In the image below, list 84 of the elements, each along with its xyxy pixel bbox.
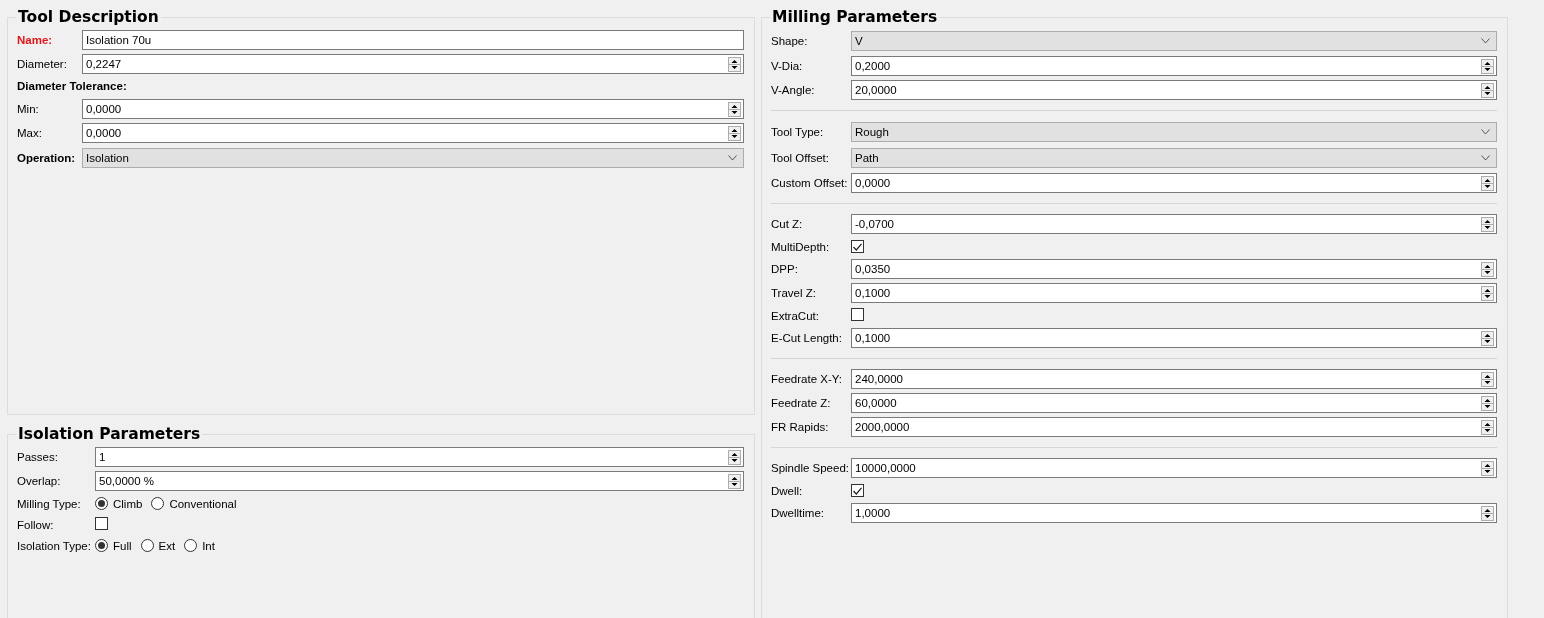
spin-box[interactable]: 10000,0000	[851, 458, 1497, 478]
chevron-down-icon	[1481, 155, 1490, 161]
radio-option[interactable]: Full	[95, 539, 132, 552]
spin-arrows-icon[interactable]	[1481, 330, 1494, 346]
field-label: Travel Z:	[771, 287, 817, 299]
field-label: Tool Offset:	[771, 152, 830, 164]
checkbox[interactable]	[851, 484, 864, 497]
spin-box[interactable]: 0,0000	[82, 99, 744, 119]
spin-arrows-icon[interactable]	[1481, 82, 1494, 98]
dropdown[interactable]: Rough	[851, 122, 1497, 142]
spin-arrows-icon[interactable]	[1481, 175, 1494, 191]
spin-arrows-icon[interactable]	[1481, 261, 1494, 277]
spin-arrows-icon[interactable]	[728, 449, 741, 465]
field-label: Feedrate X-Y:	[771, 373, 843, 385]
spin-arrows-icon[interactable]	[1481, 419, 1494, 435]
spin-box[interactable]: 0,2000	[851, 56, 1497, 76]
field-label: Shape:	[771, 35, 809, 47]
spin-box[interactable]: 50,0000 %	[95, 471, 744, 491]
field-label: Custom Offset:	[771, 177, 849, 189]
field-label: FR Rapids:	[771, 421, 830, 433]
group-title: Milling Parameters	[771, 8, 939, 26]
chevron-down-icon	[728, 155, 737, 161]
field-label: Min:	[17, 103, 40, 115]
spin-box[interactable]: 2000,0000	[851, 417, 1497, 437]
spin-box[interactable]: 1	[95, 447, 744, 467]
spin-box[interactable]: 0,0350	[851, 259, 1497, 279]
spin-box[interactable]: 60,0000	[851, 393, 1497, 413]
spin-arrows-icon[interactable]	[1481, 395, 1494, 411]
spin-box[interactable]: 0,1000	[851, 283, 1497, 303]
field-label: Dwell:	[771, 484, 804, 497]
field-label: E-Cut Length:	[771, 332, 843, 344]
field-label: Follow:	[17, 518, 55, 531]
field-label: Diameter:	[17, 58, 68, 70]
dropdown[interactable]: V	[851, 31, 1497, 51]
spin-arrows-icon[interactable]	[728, 101, 741, 117]
field-label: V-Angle:	[771, 84, 816, 96]
spin-box[interactable]: 240,0000	[851, 369, 1497, 389]
field-label: Max:	[17, 127, 43, 139]
group-title: Tool Description	[17, 8, 160, 26]
dropdown[interactable]: Path	[851, 148, 1497, 168]
chevron-down-icon	[1481, 38, 1490, 44]
group-title: Isolation Parameters	[17, 425, 202, 443]
field-label: ExtraCut:	[771, 309, 820, 322]
spin-box[interactable]: 20,0000	[851, 80, 1497, 100]
radio-option[interactable]: Int	[184, 539, 215, 552]
field-label: Tool Type:	[771, 126, 825, 138]
spin-box[interactable]: 0,0000	[851, 173, 1497, 193]
field-label: Milling Type:	[17, 497, 82, 510]
dropdown[interactable]: Isolation	[82, 148, 744, 168]
field-label: Passes:	[17, 451, 59, 463]
radio-option[interactable]: Climb	[95, 497, 143, 510]
section-subheading: Diameter Tolerance:	[17, 79, 127, 94]
field-label: Spindle Speed:	[771, 462, 850, 474]
field-label: Operation:	[17, 152, 77, 164]
field-label: DPP:	[771, 263, 799, 275]
spin-arrows-icon[interactable]	[728, 125, 741, 141]
field-label: Isolation Type:	[17, 539, 92, 552]
radio-option[interactable]: Ext	[140, 539, 176, 552]
checkbox[interactable]	[95, 517, 108, 530]
spin-box[interactable]: 0,0000	[82, 123, 744, 143]
spin-arrows-icon[interactable]	[728, 56, 741, 72]
field-label: Name:	[17, 34, 54, 46]
spin-box[interactable]: -0,0700	[851, 214, 1497, 234]
chevron-down-icon	[1481, 129, 1490, 135]
checkbox[interactable]	[851, 308, 864, 321]
field-label: Overlap:	[17, 475, 62, 487]
field-label: Cut Z:	[771, 218, 804, 230]
field-label: Dwelltime:	[771, 507, 826, 519]
field-label: MultiDepth:	[771, 240, 831, 253]
field-label: V-Dia:	[771, 60, 804, 72]
spin-arrows-icon[interactable]	[1481, 371, 1494, 387]
checkbox[interactable]	[851, 240, 864, 253]
field-label: Feedrate Z:	[771, 397, 832, 409]
spin-arrows-icon[interactable]	[1481, 58, 1494, 74]
input-field[interactable]: Isolation 70u	[82, 30, 744, 50]
spin-box[interactable]: 0,2247	[82, 54, 744, 74]
radio-option[interactable]: Conventional	[151, 497, 237, 510]
spin-arrows-icon[interactable]	[1481, 505, 1494, 521]
spin-arrows-icon[interactable]	[1481, 216, 1494, 232]
spin-box[interactable]: 0,1000	[851, 328, 1497, 348]
spin-box[interactable]: 1,0000	[851, 503, 1497, 523]
spin-arrows-icon[interactable]	[1481, 285, 1494, 301]
spin-arrows-icon[interactable]	[1481, 460, 1494, 476]
spin-arrows-icon[interactable]	[728, 473, 741, 489]
